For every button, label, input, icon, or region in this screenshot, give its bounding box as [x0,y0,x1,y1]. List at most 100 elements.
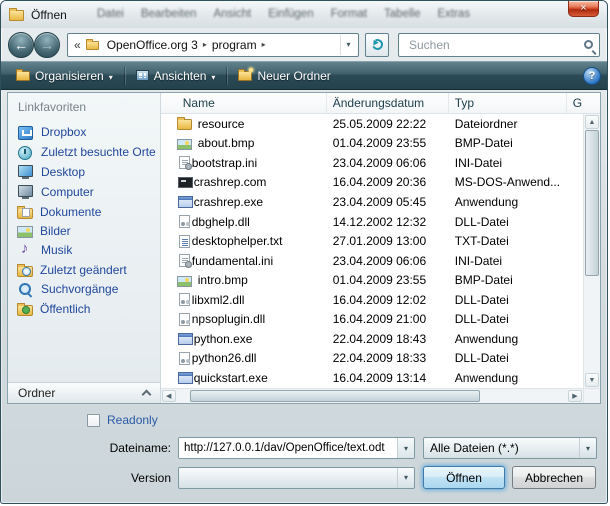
table-row[interactable]: libxml2.dll16.04.2009 12:02DLL-Datei [161,290,583,310]
table-row[interactable]: crashrep.com16.04.2009 20:36MS-DOS-Anwen… [161,173,583,193]
sidebar-item-search[interactable]: Suchvorgänge [8,279,160,299]
organize-button[interactable]: Organisieren [7,66,122,86]
file-name: resource [198,117,245,131]
folders-expander[interactable]: Ordner [8,382,160,403]
table-row[interactable]: npsoplugin.dll16.04.2009 21:00DLL-Datei [161,309,583,329]
filetype-value: Alle Dateien (*.*) [430,441,519,455]
search-box[interactable] [398,33,600,57]
pictures-icon [17,226,33,238]
table-row[interactable]: intro.bmp01.04.2009 23:55BMP-Datei [161,270,583,290]
file-name: fundamental.ini [192,254,273,268]
vertical-scrollbar[interactable] [583,114,600,388]
file-name: quickstart.exe [194,371,268,385]
table-row[interactable]: python.exe22.04.2009 18:43Anwendung [161,329,583,349]
file-modified-date: 22.04.2009 18:43 [327,332,449,346]
sidebar-item-pictures[interactable]: Bilder [8,221,160,240]
views-button[interactable]: Ansichten [127,66,225,86]
new-folder-button[interactable]: Neuer Ordner [229,66,339,86]
sidebar-item-desktop[interactable]: Desktop [8,162,160,182]
cancel-button[interactable]: Abbrechen [512,466,596,489]
vertical-scroll-thumb[interactable] [585,130,599,276]
file-type: Dateiordner [449,117,567,131]
open-button[interactable]: Öffnen [423,466,505,489]
address-bar[interactable]: « OpenOffice.org 3▸program▸ ▾ [67,33,359,57]
horizontal-scroll-thumb[interactable] [190,390,480,402]
filename-dropdown-button[interactable] [397,438,414,458]
organize-folder-icon [16,71,30,81]
titlebar[interactable]: Öffnen DateiBearbeitenAnsichtEinfügenFor… [1,1,607,28]
breadcrumb-overflow-chevron[interactable]: « [74,38,81,52]
breadcrumb-item[interactable]: program [209,38,260,52]
image-icon [177,139,192,150]
sidebar-item-label: Desktop [41,165,85,179]
scroll-up-arrow-icon[interactable] [585,115,599,129]
sidebar-item-label: Musik [41,243,72,257]
horizontal-scrollbar[interactable] [161,388,600,403]
filename-input[interactable] [179,438,397,458]
sidebar-item-label: Suchvorgänge [41,282,118,296]
table-row[interactable]: quickstart.exe16.04.2009 13:14Anwendung [161,368,583,388]
file-name-cell: resource [161,117,327,131]
file-name: python26.dll [192,351,257,365]
file-name: npsoplugin.dll [192,312,265,326]
back-button[interactable]: ← [8,32,34,58]
chevron-down-icon [109,69,113,83]
version-select[interactable] [178,467,415,489]
breadcrumb-separator-icon[interactable]: ▸ [201,40,209,49]
table-row[interactable]: about.bmp01.04.2009 23:55BMP-Datei [161,134,583,154]
dll-icon [179,215,190,228]
column-header-2[interactable]: Typ [449,93,567,113]
column-header-3[interactable]: G [567,93,600,113]
navigation-bar: ← → « OpenOffice.org 3▸program▸ ▾ [1,28,607,61]
search-input[interactable] [407,37,580,53]
filetype-select[interactable]: Alle Dateien (*.*) [423,437,597,459]
file-type: DLL-Datei [449,293,567,307]
file-name: dbghelp.dll [192,215,250,229]
sidebar-item-recent[interactable]: Zuletzt besuchte Orte [8,142,160,162]
table-row[interactable]: fundamental.ini23.04.2009 06:06INI-Datei [161,251,583,271]
exe-icon [178,372,193,384]
sidebar-item-music[interactable]: Musik [8,240,160,260]
horizontal-scroll-track[interactable] [480,389,567,403]
table-row[interactable]: desktophelper.txt27.01.2009 13:00TXT-Dat… [161,231,583,251]
favorites-header: Linkfavoriten [8,93,160,122]
breadcrumb-item[interactable]: OpenOffice.org 3 [104,38,201,52]
table-row[interactable]: resource25.05.2009 22:22Dateiordner [161,114,583,134]
file-modified-date: 16.04.2009 12:02 [327,293,449,307]
close-button[interactable]: × [568,1,599,17]
sidebar-item-public[interactable]: Öffentlich [8,299,160,318]
sidebar-item-computer[interactable]: Computer [8,182,160,202]
readonly-checkbox[interactable] [87,414,100,427]
scroll-right-arrow-icon[interactable] [568,390,582,402]
column-headers: NameÄnderungsdatumTypG [161,93,600,114]
forward-button[interactable]: → [34,32,60,58]
breadcrumb-separator-icon[interactable]: ▸ [260,40,268,49]
computer-icon [17,185,34,200]
filename-combobox[interactable] [178,437,415,459]
table-row[interactable]: python26.dll22.04.2009 18:33DLL-Datei [161,349,583,369]
scroll-down-arrow-icon[interactable] [585,373,599,387]
address-dropdown-button[interactable]: ▾ [340,35,356,55]
column-header-0[interactable]: Name [161,93,327,113]
help-button[interactable]: ? [583,67,601,85]
scrollbar-corner [583,389,600,403]
version-label: Version [8,471,178,485]
refresh-button[interactable] [365,33,389,57]
sidebar-item-dropbox[interactable]: Dropbox [8,122,160,142]
search-icon[interactable] [584,40,593,49]
column-header-1[interactable]: Änderungsdatum [327,93,449,113]
filename-label: Dateiname: [8,441,178,455]
sidebar-item-documents[interactable]: Dokumente [8,202,160,221]
table-row[interactable]: dbghelp.dll14.12.2002 12:32DLL-Datei [161,212,583,232]
file-type: DLL-Datei [449,351,567,365]
filetype-dropdown-button[interactable] [579,438,596,458]
vertical-scroll-track[interactable] [584,276,600,372]
file-modified-date: 27.01.2009 13:00 [327,234,449,248]
table-row[interactable]: crashrep.exe23.04.2009 05:45Anwendung [161,192,583,212]
work-area: Linkfavoriten DropboxZuletzt besuchte Or… [7,92,601,404]
version-dropdown-button[interactable] [397,468,414,488]
scroll-left-arrow-icon[interactable] [162,390,176,402]
table-row[interactable]: bootstrap.ini23.04.2009 06:06INI-Datei [161,153,583,173]
filename-row: Dateiname: Alle Dateien (*.*) [8,437,600,459]
sidebar-item-recentmod[interactable]: Zuletzt geändert [8,260,160,279]
